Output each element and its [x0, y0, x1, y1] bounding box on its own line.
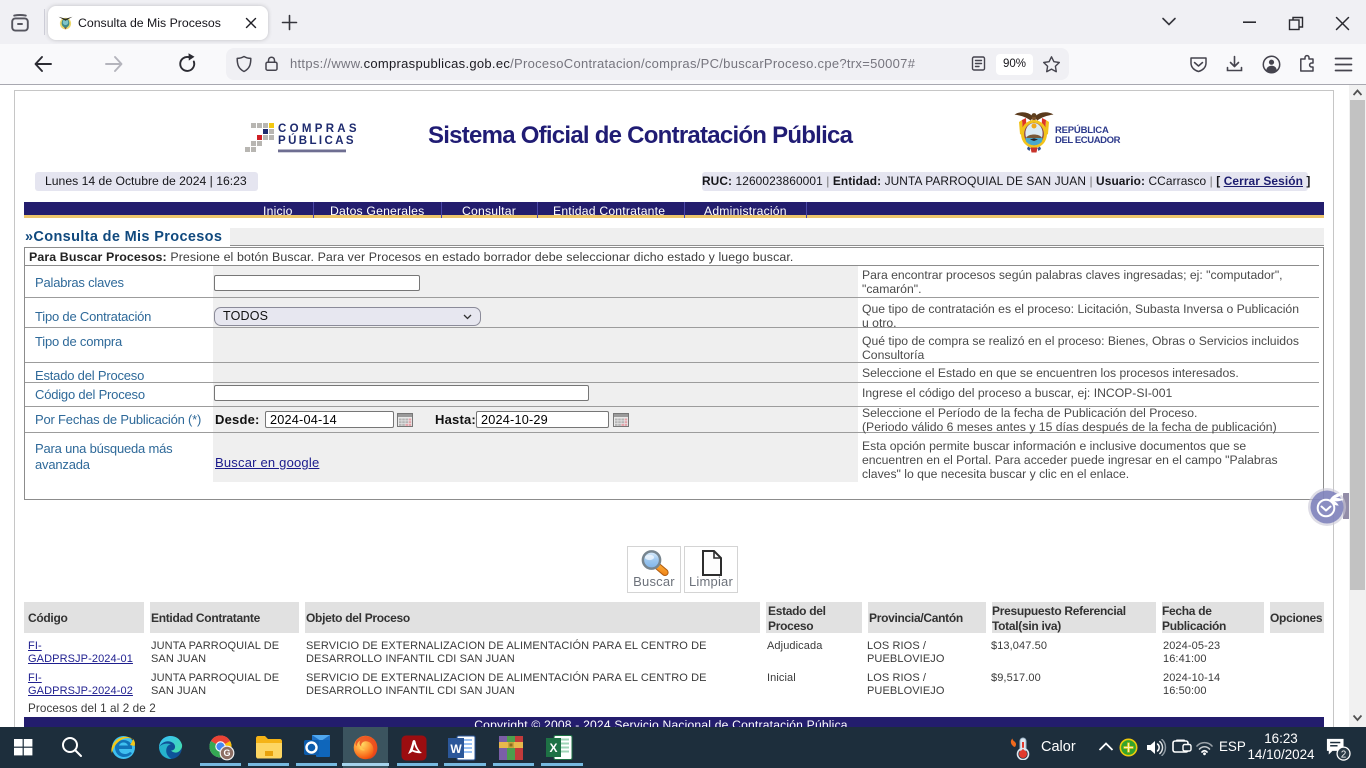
svg-text:2: 2: [1341, 749, 1346, 760]
svg-text:W: W: [450, 742, 462, 756]
svg-text:X: X: [549, 741, 557, 755]
svg-text:COMPRAS: COMPRAS: [278, 123, 360, 135]
svg-text:DEL ECUADOR: DEL ECUADOR: [1055, 135, 1121, 146]
svg-text:G: G: [223, 748, 230, 758]
svg-text:PÚBLICAS: PÚBLICAS: [278, 134, 356, 147]
